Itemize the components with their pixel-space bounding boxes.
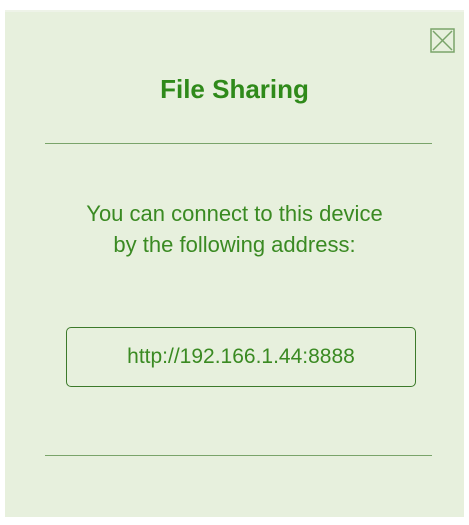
message-line-2: by the following address:	[113, 232, 356, 257]
close-icon[interactable]	[430, 28, 455, 53]
dialog-title: File Sharing	[160, 74, 309, 104]
message-line-1: You can connect to this device	[86, 201, 383, 226]
top-divider	[45, 143, 432, 144]
file-sharing-dialog: File Sharing You can connect to this dev…	[5, 10, 464, 517]
bottom-divider	[45, 455, 432, 456]
address-text: http://192.166.1.44:8888	[127, 345, 355, 368]
close-button[interactable]	[430, 28, 455, 53]
address-field[interactable]: http://192.166.1.44:8888	[66, 327, 416, 387]
top-edge	[5, 10, 464, 12]
connection-message: You can connect to this device by the fo…	[25, 198, 444, 260]
